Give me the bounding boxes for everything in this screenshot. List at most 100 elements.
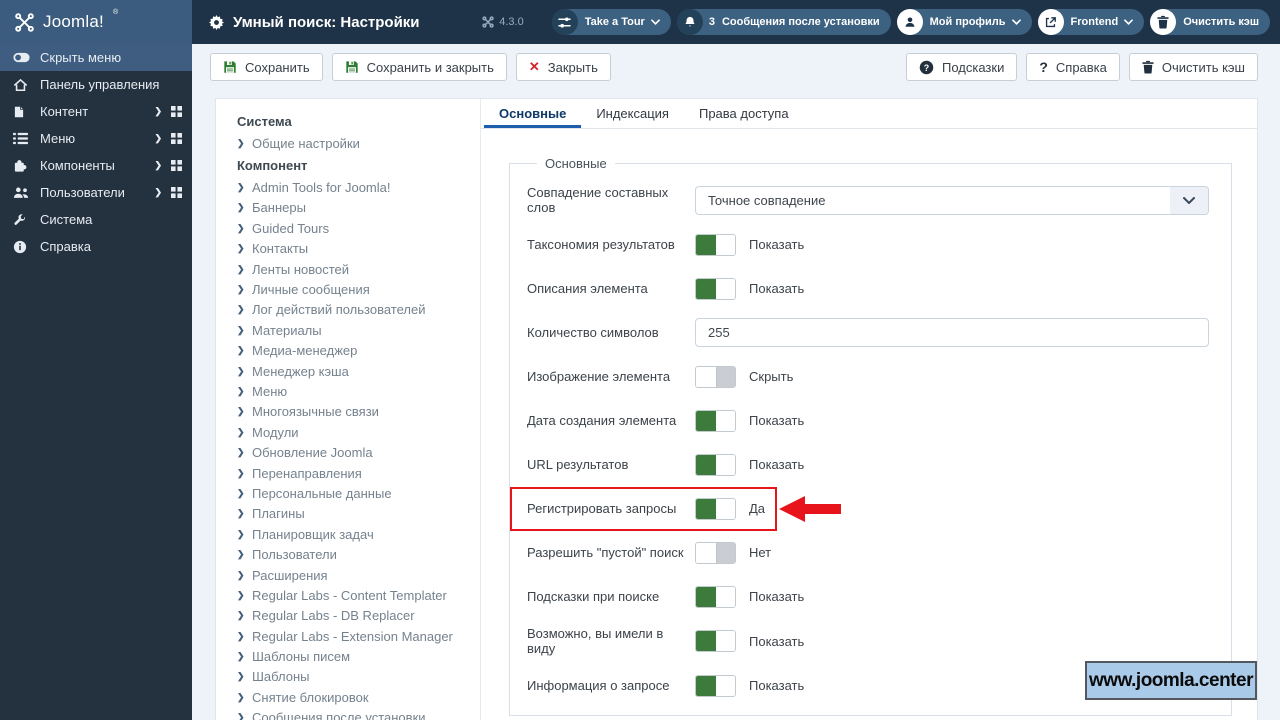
toggle-right-half [715,410,735,431]
chevron-right-icon[interactable]: ❯ [154,106,162,117]
tree-item[interactable]: ❯ Меню [237,381,474,401]
tree-item[interactable]: ❯ Пользователи [237,544,474,564]
tree-item-label: Планировщик задач [252,526,374,542]
sidebar-item-users[interactable]: Пользователи ❯ [0,179,192,206]
result-url-toggle[interactable] [695,453,736,476]
did-you-mean-toggle[interactable] [695,630,736,652]
tree-item[interactable]: ❯ Медиа-менеджер [237,341,474,361]
chevron-right-icon: ❯ [237,304,245,315]
tree-item-label: Личные сообщения [252,282,370,298]
item-creation-date-toggle[interactable] [695,409,736,432]
trash-icon [1150,9,1177,35]
tree-item[interactable]: ❯ Материалы [237,320,474,340]
chevron-right-icon: ❯ [237,651,245,662]
tree-item[interactable]: ❯ Лог действий пользователей [237,300,474,320]
toggle-left-half [696,631,716,651]
tree-item[interactable]: ❯ Контакты [237,239,474,259]
chevron-down-icon [650,19,660,25]
tree-item[interactable]: ❯ Модули [237,422,474,442]
sidebar-item-hide-menu[interactable]: Скрыть меню [0,44,192,71]
arrow-head [779,495,805,522]
toggle-right-half [715,498,735,519]
tree-item[interactable]: ❯ Regular Labs - Content Templater [237,585,474,605]
tree-item[interactable]: ❯ Баннеры [237,198,474,218]
chevron-right-icon[interactable]: ❯ [154,160,162,171]
sidebar-item-help[interactable]: Справка [0,233,192,260]
help-button[interactable]: ? Справка [1026,53,1120,81]
item-image-label: Изображение элемента [527,369,671,384]
tab-permissions[interactable]: Права доступа [684,99,804,128]
take-a-tour-button[interactable]: Take a Tour [551,9,671,35]
item-description-toggle[interactable] [695,277,736,300]
svg-text:?: ? [924,62,929,72]
result-url-label: URL результатов [527,457,629,472]
tree-item[interactable]: ❯ Снятие блокировок [237,687,474,707]
tree-item[interactable]: ❯ Сообщения после установки [237,708,474,720]
save-button[interactable]: Сохранить [210,53,323,81]
tree-item[interactable]: ❯ Ленты новостей [237,259,474,279]
sidebar-item-content[interactable]: Контент ❯ [0,98,192,125]
joomla-version-icon [482,16,494,28]
clear-cache-button[interactable]: Очистить кэш [1128,53,1258,81]
frontend-label: Frontend [1070,16,1119,28]
sidebar-item-components[interactable]: Компоненты ❯ [0,152,192,179]
tree-item[interactable]: ❯ Персональные данные [237,483,474,503]
character-count-label: Количество символов [527,325,659,340]
tree-item[interactable]: ❯ Плагины [237,504,474,524]
tree-item[interactable]: ❯ Regular Labs - Extension Manager [237,626,474,646]
item-image-toggle[interactable] [695,365,736,388]
result-taxonomy-state-label: Показать [749,237,805,252]
tab-indexing[interactable]: Индексация [581,99,684,128]
chevron-right-icon[interactable]: ❯ [154,187,162,198]
result-taxonomy-toggle[interactable] [695,233,736,256]
sidebar-item-dashboard[interactable]: Панель управления [0,71,192,98]
chevron-right-icon[interactable]: ❯ [154,133,162,144]
save-icon [345,60,359,74]
clear-cache-button[interactable]: Очистить кэш [1150,9,1270,35]
tree-item[interactable]: ❯ Admin Tools for Joomla! [237,177,474,197]
my-profile-button[interactable]: Мой профиль [896,9,1032,35]
sidebar-item-system[interactable]: Система [0,206,192,233]
chevron-right-icon: ❯ [237,569,245,580]
tree-item[interactable]: ❯ Общие настройки [237,133,474,153]
chevron-right-icon: ❯ [237,345,245,356]
toolbar-left-group: Сохранить Сохранить и закрыть ✕ Закрыть [210,53,611,81]
character-count-input[interactable] [695,318,1209,347]
frontend-button[interactable]: Frontend [1037,9,1145,35]
close-button[interactable]: ✕ Закрыть [515,53,611,81]
tree-item[interactable]: ❯ Guided Tours [237,218,474,238]
tree-item[interactable]: ❯ Шаблоны [237,667,474,687]
tree-item-label: Ленты новостей [252,261,350,277]
log-queries-toggle[interactable] [695,497,736,520]
tree-item[interactable]: ❯ Обновление Joomla [237,442,474,462]
allow-empty-search-toggle[interactable] [695,541,736,564]
inline-help-button[interactable]: ? Подсказки [905,53,1018,81]
tree-item-label: Общие настройки [252,135,360,151]
arrow-tail [805,503,841,514]
post-installation-messages-button[interactable]: 3 Сообщения после установки [676,9,891,35]
tree-item[interactable]: ❯ Шаблоны писем [237,646,474,666]
tree-item[interactable]: ❯ Regular Labs - DB Replacer [237,606,474,626]
toggle-left-half [696,278,716,299]
tab-general[interactable]: Основные [484,99,581,128]
tree-item[interactable]: ❯ Менеджер кэша [237,361,474,381]
phrase-matching-selected-value: Точное совпадение [708,192,826,208]
tree-item[interactable]: ❯ Многоязычные связи [237,402,474,422]
save-close-button[interactable]: Сохранить и закрыть [331,53,507,81]
tree-item[interactable]: ❯ Личные сообщения [237,279,474,299]
tree-item[interactable]: ❯ Планировщик задач [237,524,474,544]
result-url-state-label: Показать [749,457,805,472]
search-suggestions-toggle[interactable] [695,585,736,608]
phrase-matching-select[interactable]: Точное совпадение [695,185,1209,215]
tab-bar: Основные Индексация Права доступа [481,99,1257,129]
menu-list-icon [13,132,40,145]
toggle-right-half [715,542,735,563]
grid-icon [171,160,182,171]
toggle-left-half [696,234,716,255]
tree-item[interactable]: ❯ Перенаправления [237,463,474,483]
tree-item[interactable]: ❯ Расширения [237,565,474,585]
sidebar-item-menus[interactable]: Меню ❯ [0,125,192,152]
sidebar-item-controls: ❯ [154,187,182,198]
query-information-toggle[interactable] [695,674,736,697]
version-number: 4.3.0 [499,16,524,28]
